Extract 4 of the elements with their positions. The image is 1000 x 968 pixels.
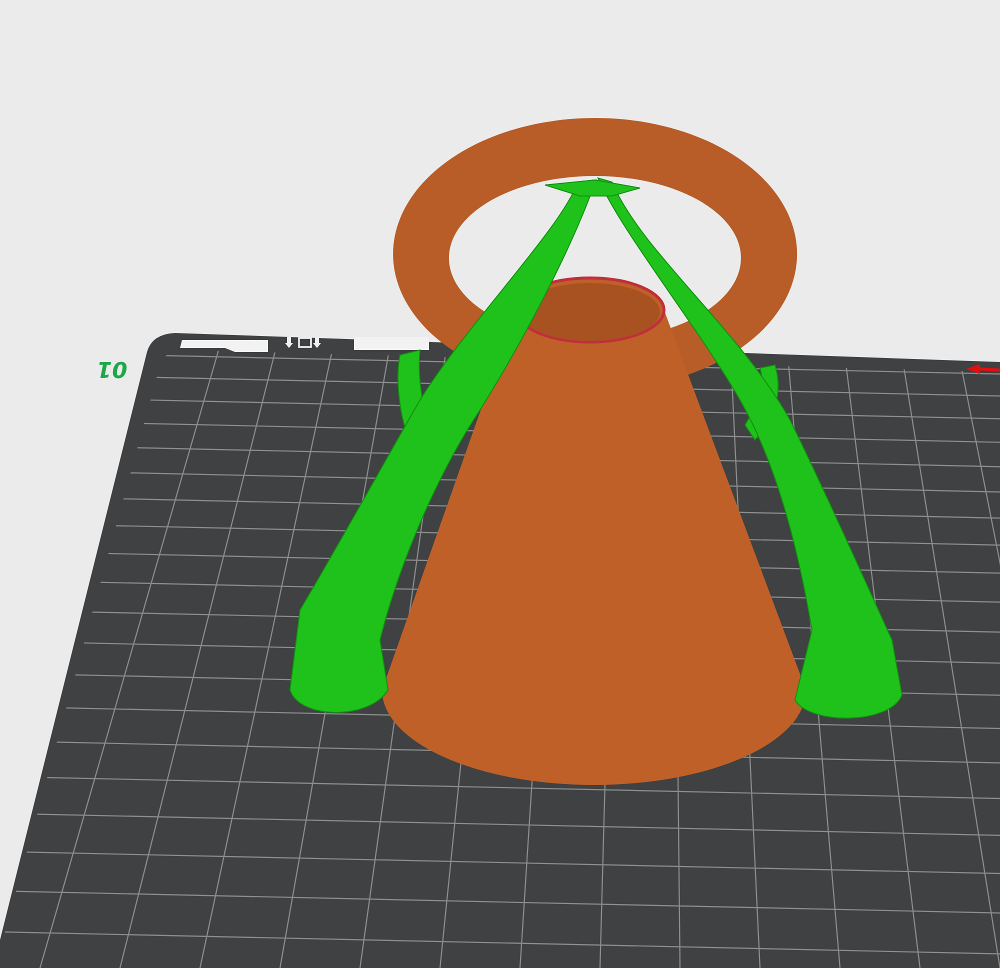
x-axis-arrow	[966, 364, 1000, 374]
3d-viewport[interactable]: 01	[0, 0, 1000, 968]
plate-number: 01	[96, 356, 128, 381]
bed-logo-icon	[285, 337, 321, 348]
